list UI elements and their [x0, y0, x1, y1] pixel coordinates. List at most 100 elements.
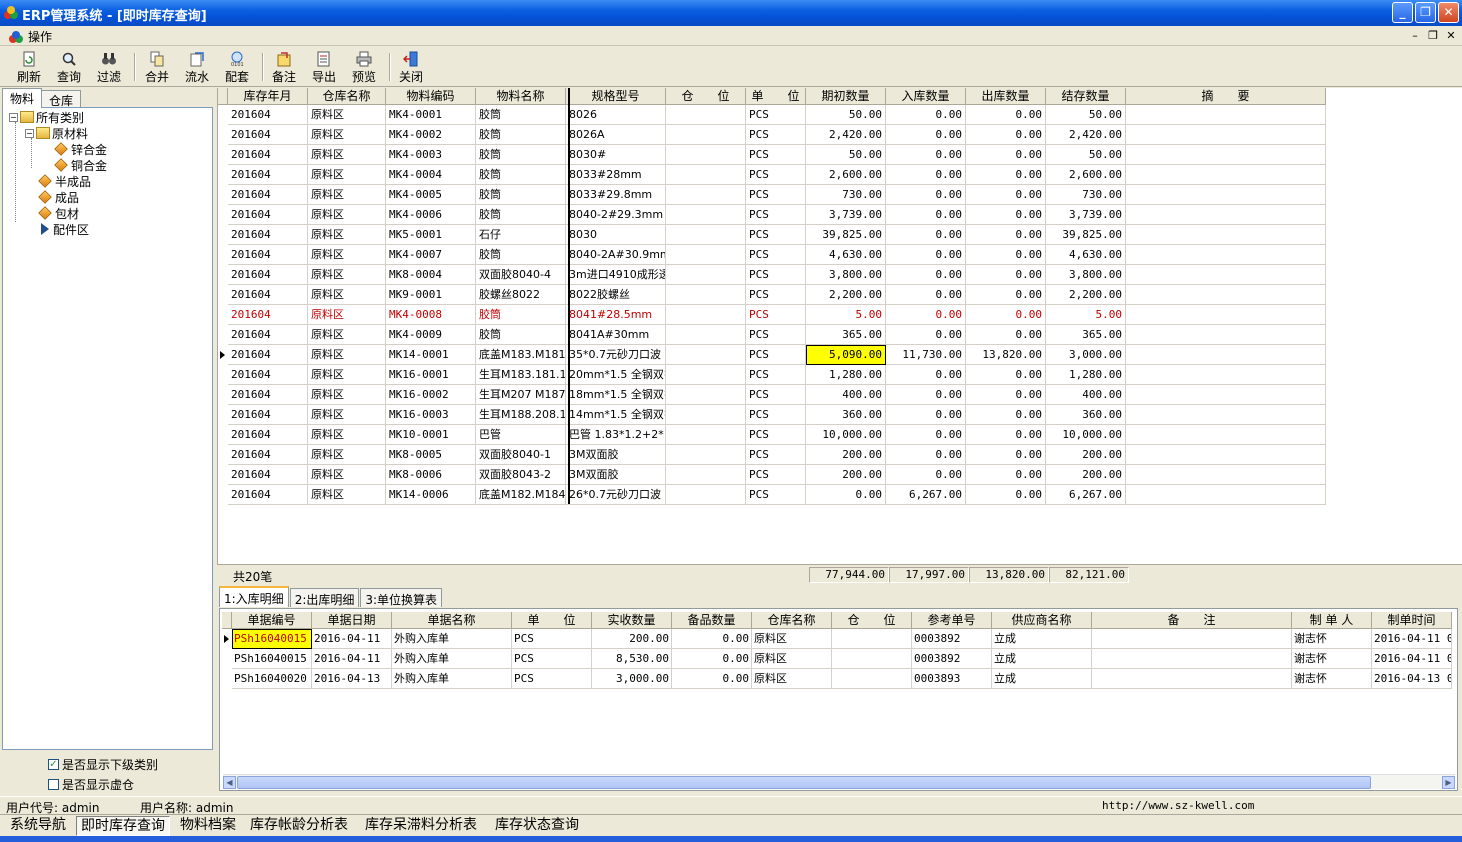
table-cell[interactable]: 胶筒	[476, 125, 566, 145]
table-cell[interactable]	[1126, 225, 1326, 245]
filter-button[interactable]: 过滤	[90, 51, 128, 85]
checkmark-icon[interactable]: ✓	[48, 759, 59, 770]
mdi-restore-icon[interactable]: ❐	[1426, 29, 1440, 42]
table-cell[interactable]: 1,280.00	[806, 365, 886, 385]
table-row[interactable]: 201604 原料区 MK14-0006 底盖M182.M184 26*0.7元砂刀口波…	[218, 485, 1326, 505]
table-cell[interactable]: 200.00	[1046, 445, 1126, 465]
table-cell[interactable]: 201604	[228, 345, 308, 365]
table-cell[interactable]: 8040-2A#30.9mm	[566, 245, 666, 265]
table-cell[interactable]: PCS	[746, 185, 806, 205]
table-cell[interactable]	[666, 465, 746, 485]
table-cell[interactable]	[1126, 125, 1326, 145]
table-cell[interactable]: 原料区	[308, 285, 386, 305]
detail-cell[interactable]: PSh16040020	[232, 669, 312, 689]
detail-cell[interactable]	[832, 669, 912, 689]
tree-node-root[interactable]: − 所有类别	[9, 109, 84, 125]
table-cell[interactable]: 5,090.00	[806, 345, 886, 365]
table-cell[interactable]: 10,000.00	[806, 425, 886, 445]
table-cell[interactable]: 3,739.00	[806, 205, 886, 225]
table-cell[interactable]: 0.00	[966, 165, 1046, 185]
table-cell[interactable]	[1126, 185, 1326, 205]
table-cell[interactable]: MK4-0003	[386, 145, 476, 165]
table-cell[interactable]: 730.00	[1046, 185, 1126, 205]
task-aging-analysis[interactable]: 库存帐龄分析表	[246, 816, 352, 836]
table-cell[interactable]: 201604	[228, 225, 308, 245]
collapse-icon[interactable]: −	[25, 128, 34, 138]
table-cell[interactable]: 8041#28.5mm	[566, 305, 666, 325]
table-cell[interactable]: 6,267.00	[886, 485, 966, 505]
table-cell[interactable]: 0.00	[886, 385, 966, 405]
table-row[interactable]: 201604 原料区 MK16-0002 生耳M207 M187 18mm*1.5 全钢…	[218, 385, 1326, 405]
table-cell[interactable]: 50.00	[806, 145, 886, 165]
table-cell[interactable]	[1126, 365, 1326, 385]
table-cell[interactable]: 胶筒	[476, 245, 566, 265]
table-cell[interactable]: 0.00	[966, 225, 1046, 245]
table-cell[interactable]: PCS	[746, 305, 806, 325]
table-cell[interactable]: MK14-0001	[386, 345, 476, 365]
table-cell[interactable]: 200.00	[806, 445, 886, 465]
table-cell[interactable]: 50.00	[1046, 145, 1126, 165]
detail-cell[interactable]: 2016-04-11	[312, 629, 392, 649]
table-cell[interactable]: PCS	[746, 205, 806, 225]
table-cell[interactable]: MK8-0004	[386, 265, 476, 285]
table-cell[interactable]: 0.00	[966, 365, 1046, 385]
table-cell[interactable]: 20mm*1.5 全钢双扌	[566, 365, 666, 385]
table-cell[interactable]	[666, 385, 746, 405]
table-cell[interactable]: 26*0.7元砂刀口波	[566, 485, 666, 505]
table-cell[interactable]: 生耳M188.208.18	[476, 405, 566, 425]
table-cell[interactable]: 8041A#30mm	[566, 325, 666, 345]
table-cell[interactable]: 8030#	[566, 145, 666, 165]
table-cell[interactable]: PCS	[746, 105, 806, 125]
table-cell[interactable]: MK4-0009	[386, 325, 476, 345]
table-cell[interactable]: 10,000.00	[1046, 425, 1126, 445]
table-row[interactable]: 201604 原料区 MK16-0003 生耳M188.208.18 14mm*1.5 …	[218, 405, 1326, 425]
detail-column-header[interactable]: 供应商名称	[992, 612, 1092, 629]
table-cell[interactable]	[666, 245, 746, 265]
table-cell[interactable]: 0.00	[966, 405, 1046, 425]
scroll-left-icon[interactable]: ◀	[223, 776, 236, 789]
table-cell[interactable]: 201604	[228, 165, 308, 185]
export-button[interactable]: 导出	[305, 51, 343, 85]
table-cell[interactable]: 8026A	[566, 125, 666, 145]
table-cell[interactable]	[1126, 205, 1326, 225]
table-cell[interactable]: 石仔	[476, 225, 566, 245]
table-cell[interactable]: MK4-0004	[386, 165, 476, 185]
table-cell[interactable]: 0.00	[886, 325, 966, 345]
table-cell[interactable]	[666, 345, 746, 365]
table-cell[interactable]: 201604	[228, 265, 308, 285]
detail-cell[interactable]: 谢志怀	[1292, 669, 1372, 689]
table-cell[interactable]: 201604	[228, 385, 308, 405]
detail-cell[interactable]: 谢志怀	[1292, 649, 1372, 669]
detail-cell[interactable]	[832, 629, 912, 649]
table-cell[interactable]: 0.00	[886, 245, 966, 265]
detail-column-header[interactable]: 备 注	[1092, 612, 1292, 629]
table-row[interactable]: 201604 原料区 MK8-0006 双面胶8043-2 3M双面胶 PCS 200.00…	[218, 465, 1326, 485]
table-cell[interactable]: 39,825.00	[806, 225, 886, 245]
table-cell[interactable]: 0.00	[886, 225, 966, 245]
table-cell[interactable]: 原料区	[308, 205, 386, 225]
table-cell[interactable]	[666, 265, 746, 285]
table-cell[interactable]: 0.00	[966, 465, 1046, 485]
table-cell[interactable]: 胶筒	[476, 325, 566, 345]
detail-column-header[interactable]: 制单时间	[1372, 612, 1452, 629]
table-cell[interactable]: MK5-0001	[386, 225, 476, 245]
detail-cell[interactable]: 2016-04-11 08:	[1372, 649, 1452, 669]
table-row[interactable]: 201604 原料区 MK4-0002 胶筒 8026A PCS 2,420.00 0.00 0…	[218, 125, 1326, 145]
task-status-query[interactable]: 库存状态查询	[491, 816, 583, 836]
table-cell[interactable]: 201604	[228, 285, 308, 305]
table-cell[interactable]: MK8-0006	[386, 465, 476, 485]
table-cell[interactable]	[1126, 105, 1326, 125]
detail-cell[interactable]: PCS	[512, 649, 592, 669]
detail-cell[interactable]: PSh16040015	[232, 649, 312, 669]
table-cell[interactable]: 3,000.00	[1046, 345, 1126, 365]
detail-cell[interactable]: 2016-04-13 09:	[1372, 669, 1452, 689]
table-cell[interactable]: 3,800.00	[806, 265, 886, 285]
table-cell[interactable]: PCS	[746, 385, 806, 405]
table-cell[interactable]: MK4-0008	[386, 305, 476, 325]
table-cell[interactable]: 35*0.7元砂刀口波	[566, 345, 666, 365]
table-cell[interactable]: PCS	[746, 245, 806, 265]
table-cell[interactable]: MK16-0002	[386, 385, 476, 405]
table-cell[interactable]: 6,267.00	[1046, 485, 1126, 505]
table-cell[interactable]: 200.00	[1046, 465, 1126, 485]
table-cell[interactable]	[1126, 425, 1326, 445]
